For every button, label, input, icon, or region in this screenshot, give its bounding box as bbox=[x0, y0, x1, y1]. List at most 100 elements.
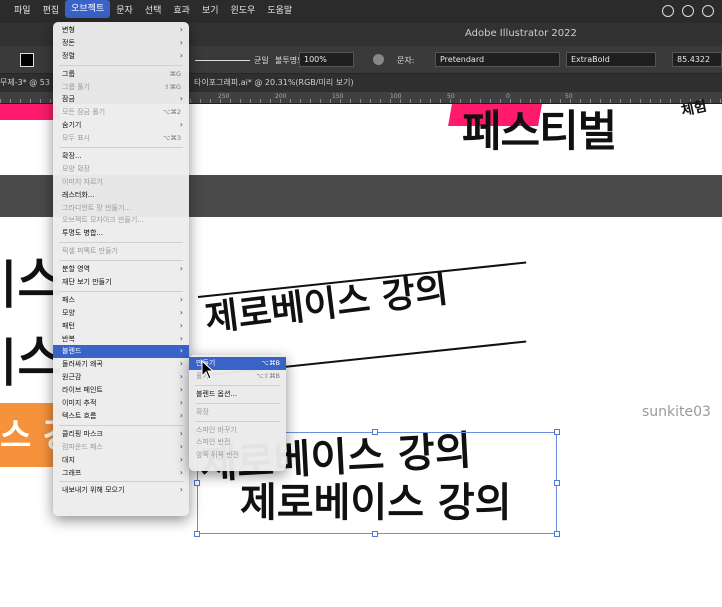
selection-handle[interactable] bbox=[554, 531, 560, 537]
selection-handle[interactable] bbox=[554, 480, 560, 486]
menu-item[interactable]: 그룹 ⌘G bbox=[53, 68, 189, 81]
menu-item[interactable]: 둘러싸기 왜곡 › bbox=[53, 358, 189, 371]
clock-icon[interactable] bbox=[702, 5, 714, 17]
menu-item-label: 블렌드 옵션... bbox=[196, 389, 238, 398]
chevron-right-icon: › bbox=[179, 94, 183, 104]
menu-item[interactable]: 컴파운드 패스 › bbox=[53, 441, 189, 454]
creative-cloud-icon[interactable] bbox=[662, 5, 674, 17]
font-family-field[interactable]: Pretendard bbox=[435, 52, 560, 67]
menu-item[interactable]: 변형 › bbox=[53, 24, 189, 37]
menubar-item[interactable]: 오브젝트 bbox=[65, 0, 111, 18]
ruler-label: 150 bbox=[332, 93, 344, 100]
selection-handle[interactable] bbox=[554, 429, 560, 435]
menu-item-label: 그룹 풀기 bbox=[62, 82, 90, 91]
menu-item[interactable]: 원근감 › bbox=[53, 371, 189, 384]
menu-item-label: 그룹 bbox=[62, 69, 75, 78]
menu-item[interactable]: 확장... bbox=[53, 150, 189, 163]
tab-untitled-3[interactable]: 무제-3* @ 53 bbox=[0, 77, 50, 88]
chevron-right-icon: › bbox=[179, 120, 183, 130]
menu-item-label: 분할 영역 bbox=[62, 265, 90, 274]
menu-item-label: 숨기기 bbox=[62, 121, 82, 130]
menubar-item[interactable]: 윈도우 bbox=[225, 0, 262, 23]
menu-item[interactable]: 패턴 › bbox=[53, 320, 189, 333]
mouse-cursor-icon bbox=[201, 360, 215, 380]
menubar-item[interactable]: 도움말 bbox=[261, 0, 298, 23]
menubar-item[interactable]: 효과 bbox=[167, 0, 196, 23]
menu-separator bbox=[59, 242, 183, 244]
fill-swatch[interactable] bbox=[20, 53, 34, 67]
menu-item[interactable]: 모양 확장 bbox=[53, 163, 189, 176]
festival-heading[interactable]: 페스티벌 bbox=[462, 97, 617, 159]
menu-item[interactable]: 블렌드 옵션... bbox=[189, 388, 286, 401]
menu-item[interactable]: 내보내기 위해 모으기 › bbox=[53, 484, 189, 497]
menu-item[interactable]: 정렬 › bbox=[53, 50, 189, 63]
menu-item[interactable]: 이미지 자르기 bbox=[53, 176, 189, 189]
selection-handle[interactable] bbox=[194, 480, 200, 486]
ruler-label: 100 bbox=[390, 93, 402, 100]
menu-item-label: 래스터화... bbox=[62, 190, 95, 199]
selection-handle[interactable] bbox=[372, 531, 378, 537]
menu-item[interactable]: 대지 › bbox=[53, 454, 189, 467]
menu-item[interactable]: 투명도 병합... bbox=[53, 227, 189, 240]
opacity-field[interactable]: 100% bbox=[299, 52, 354, 67]
menu-separator bbox=[59, 260, 183, 262]
menu-item[interactable]: 잠금 › bbox=[53, 93, 189, 106]
menubar-item[interactable]: 파일 bbox=[8, 0, 37, 23]
font-size-field[interactable]: 85.4322 bbox=[672, 52, 722, 67]
menubar-item[interactable]: 선택 bbox=[139, 0, 168, 23]
chevron-right-icon: › bbox=[179, 359, 183, 369]
menubar-item[interactable]: 보기 bbox=[196, 0, 225, 23]
menu-item[interactable]: 앞쪽 뒤쪽 반전 bbox=[189, 449, 286, 462]
menu-item[interactable]: 오브젝트 모자이크 만들기... bbox=[53, 214, 189, 227]
menu-item[interactable]: 클리핑 마스크 › bbox=[53, 428, 189, 441]
ruler-label: 250 bbox=[218, 93, 230, 100]
chevron-right-icon: › bbox=[179, 441, 183, 451]
menu-item[interactable]: 스파인 바꾸기 bbox=[189, 424, 286, 437]
menu-item-label: 투명도 병합... bbox=[62, 229, 104, 238]
chevron-right-icon: › bbox=[179, 372, 183, 382]
menu-separator bbox=[59, 424, 183, 426]
menu-item-label: 확장... bbox=[62, 152, 82, 161]
menu-item[interactable]: 숨기기 › bbox=[53, 119, 189, 132]
menu-item[interactable]: 정돈 › bbox=[53, 37, 189, 50]
illustrator-window: 파일 편집 오브젝트 문자 선택 효과 보기 윈도우 도움말 Adobe Illustrator… bbox=[0, 0, 722, 607]
selection-handle[interactable] bbox=[372, 429, 378, 435]
menu-separator bbox=[59, 290, 183, 292]
menu-item-label: 모양 bbox=[62, 308, 75, 317]
menu-item[interactable]: 모든 잠금 풀기 ⌥⌘2 bbox=[53, 106, 189, 119]
recolor-icon[interactable] bbox=[373, 54, 384, 65]
menu-item[interactable]: 텍스트 흐름 › bbox=[53, 410, 189, 423]
menu-item[interactable]: 반복 › bbox=[53, 333, 189, 346]
menubar-item[interactable]: 편집 bbox=[37, 0, 66, 23]
watermark: sunkite03 bbox=[642, 404, 711, 420]
menu-item-label: 그래프 bbox=[62, 468, 82, 477]
menu-item[interactable]: 확장 bbox=[189, 406, 286, 419]
stroke-profile-line[interactable] bbox=[195, 60, 250, 61]
status-icon[interactable] bbox=[682, 5, 694, 17]
menu-item-label: 내보내기 위해 모으기 bbox=[62, 486, 125, 495]
menu-item-shortcut: ⌥⌘3 bbox=[162, 134, 181, 143]
menu-item[interactable]: 이미지 추적 › bbox=[53, 397, 189, 410]
menu-item[interactable]: 그라디언트 망 만들기... bbox=[53, 202, 189, 215]
menu-item[interactable]: 그래프 › bbox=[53, 467, 189, 480]
stroke-style-label[interactable]: 균일 bbox=[254, 55, 269, 66]
menu-item[interactable]: 모두 표시 ⌥⌘3 bbox=[53, 132, 189, 145]
menu-item[interactable]: 라이브 페인트 › bbox=[53, 384, 189, 397]
tab-typography[interactable]: 타이포그래피.ai* @ 20.31%(RGB/미리 보기) bbox=[194, 77, 354, 88]
menu-item[interactable]: 재단 보기 만들기 bbox=[53, 276, 189, 289]
font-style-field[interactable]: ExtraBold bbox=[566, 52, 656, 67]
menu-item[interactable]: 패스 › bbox=[53, 294, 189, 307]
menu-item[interactable]: 블렌드 › bbox=[53, 345, 189, 359]
menu-item-label: 오브젝트 모자이크 만들기... bbox=[62, 216, 144, 225]
menu-item[interactable]: 픽셀 퍼펙트 만들기 bbox=[53, 245, 189, 258]
selection-handle[interactable] bbox=[194, 531, 200, 537]
menu-item[interactable]: 그룹 풀기 ⇧⌘G bbox=[53, 81, 189, 94]
chevron-right-icon: › bbox=[179, 264, 183, 274]
menu-item-label: 그라디언트 망 만들기... bbox=[62, 203, 132, 212]
menu-item[interactable]: 래스터화... bbox=[53, 189, 189, 202]
menubar-item[interactable]: 문자 bbox=[110, 0, 139, 23]
menu-separator bbox=[195, 384, 280, 386]
menu-item[interactable]: 스파인 반전 bbox=[189, 436, 286, 449]
menu-item[interactable]: 분할 영역 › bbox=[53, 263, 189, 276]
menu-item[interactable]: 모양 › bbox=[53, 307, 189, 320]
